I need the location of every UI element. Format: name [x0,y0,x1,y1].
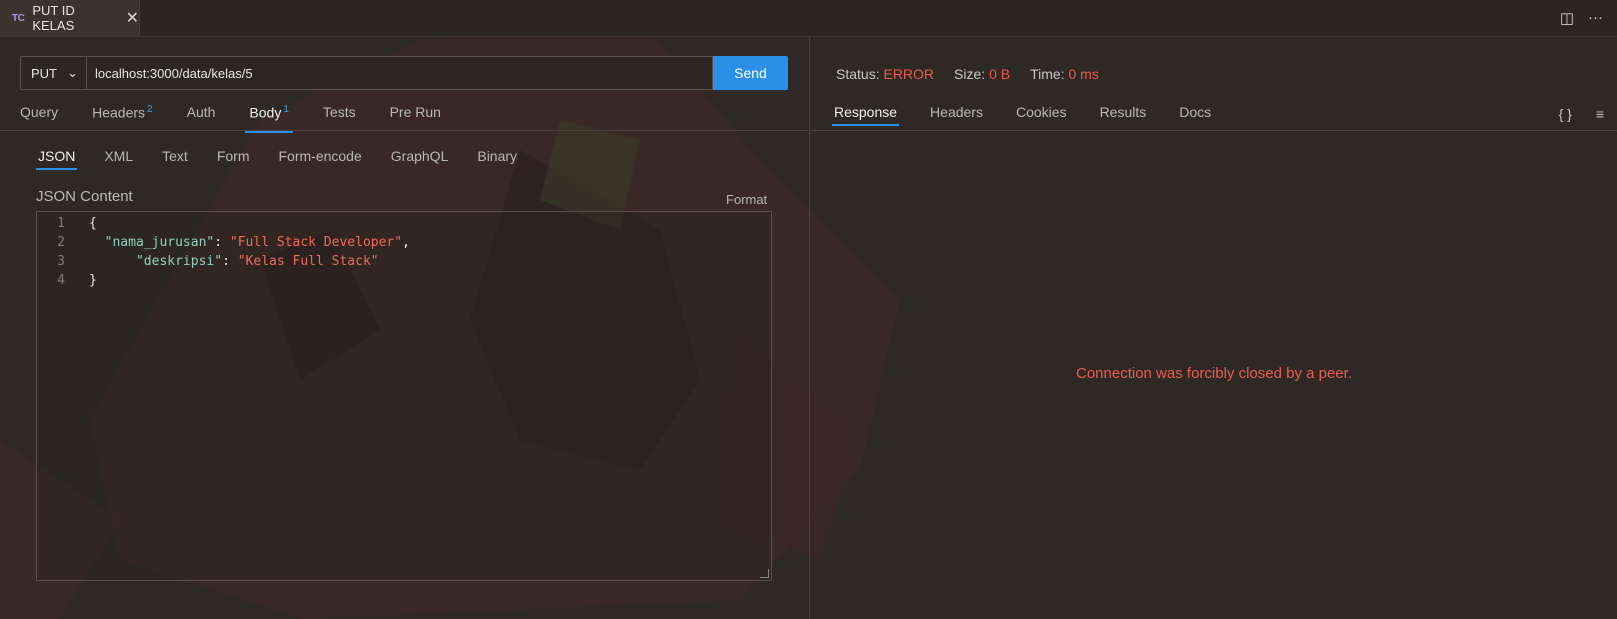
body-tab-binary[interactable]: Binary [477,148,517,164]
line-number: 4 [57,273,65,288]
response-status-bar: Status: ERROR Size: 0 B Time: 0 ms [836,66,1099,82]
body-tab-xml[interactable]: XML [104,148,133,164]
status-value: ERROR [883,66,935,82]
time-value: 0 ms [1068,66,1099,82]
tab-auth[interactable]: Auth [187,104,216,127]
tab-count-badge: 1 [283,104,289,115]
body-tab-text[interactable]: Text [162,148,188,164]
tab-headers[interactable]: Headers 2 [92,104,152,127]
url-bar: PUT ⌄ localhost:3000/data/kelas/5 Send [20,56,788,90]
url-input[interactable]: localhost:3000/data/kelas/5 [86,56,713,90]
time-info: Time: 0 ms [1030,66,1099,82]
code-line: 3 "deskripsi": "Kelas Full Stack" [37,252,379,271]
response-panel: Status: ERROR Size: 0 B Time: 0 ms Respo… [809,36,1617,619]
resize-handle-icon[interactable] [760,569,769,578]
status-info: Status: ERROR [836,66,935,82]
tab-body[interactable]: Body 1 [245,104,294,133]
tab-count-badge: 2 [147,104,153,115]
window-actions: ◫ ··· [1560,9,1603,27]
tab-tests[interactable]: Tests [323,104,356,127]
response-actions: { } ≡ [1559,106,1604,122]
more-actions-icon[interactable]: ··· [1588,9,1603,27]
json-editor[interactable]: 1{2 "nama_jurusan": "Full Stack Develope… [36,211,772,581]
divider [810,130,1617,131]
divider [0,130,808,131]
method-select[interactable]: PUT ⌄ [20,56,86,90]
tab-query[interactable]: Query [20,104,58,127]
code-line: 4} [37,271,97,290]
code-text: { [89,216,97,231]
code-text: "nama_jurusan": "Full Stack Developer", [104,235,410,250]
chevron-down-icon: ⌄ [67,65,78,80]
request-panel: PUT ⌄ localhost:3000/data/kelas/5 Send Q… [0,36,808,619]
tab-title: PUT ID KELAS [32,3,75,33]
method-value: PUT [31,65,57,81]
line-number: 2 [57,235,65,250]
response-tab-cookies[interactable]: Cookies [1016,104,1067,120]
body-type-tabs: JSON XML Text Form Form-encode GraphQL Binary [35,148,546,170]
thunder-client-logo-icon: TC [12,12,25,24]
body-tab-form-encode[interactable]: Form-encode [279,148,362,164]
response-tab-headers[interactable]: Headers [930,104,983,120]
response-tabs: Response Headers Cookies Results Docs [831,104,1244,126]
error-message: Connection was forcibly closed by a peer… [1076,365,1352,382]
send-button[interactable]: Send [713,56,788,90]
size-info: Size: 0 B [954,66,1011,82]
request-tabs: Query Headers 2 Auth Body 1 Tests Pre Run [20,104,475,133]
body-tab-graphql[interactable]: GraphQL [391,148,449,164]
body-tab-json[interactable]: JSON [35,148,78,170]
body-tab-form[interactable]: Form [217,148,250,164]
response-tab-docs[interactable]: Docs [1179,104,1211,120]
code-line: 1{ [37,214,97,233]
response-tab-response[interactable]: Response [831,104,900,126]
line-number: 1 [57,216,65,231]
tab-pre-run[interactable]: Pre Run [390,104,441,127]
line-number: 3 [57,254,65,269]
code-text: "deskripsi": "Kelas Full Stack" [135,254,379,269]
code-line: 2 "nama_jurusan": "Full Stack Developer"… [37,233,410,252]
format-button[interactable]: Format [726,192,767,207]
size-value: 0 B [989,66,1011,82]
request-tab[interactable]: TC PUT ID KELAS ✕ [0,0,140,36]
split-editor-icon[interactable]: ◫ [1560,9,1574,27]
code-text: } [89,273,97,288]
menu-lines-icon[interactable]: ≡ [1596,106,1604,122]
json-content-label: JSON Content [36,188,133,205]
close-tab-icon[interactable]: ✕ [126,8,139,28]
editor-tab-bar: TC PUT ID KELAS ✕ ◫ ··· [0,0,1617,37]
braces-icon[interactable]: { } [1559,106,1572,122]
response-tab-results[interactable]: Results [1100,104,1147,120]
